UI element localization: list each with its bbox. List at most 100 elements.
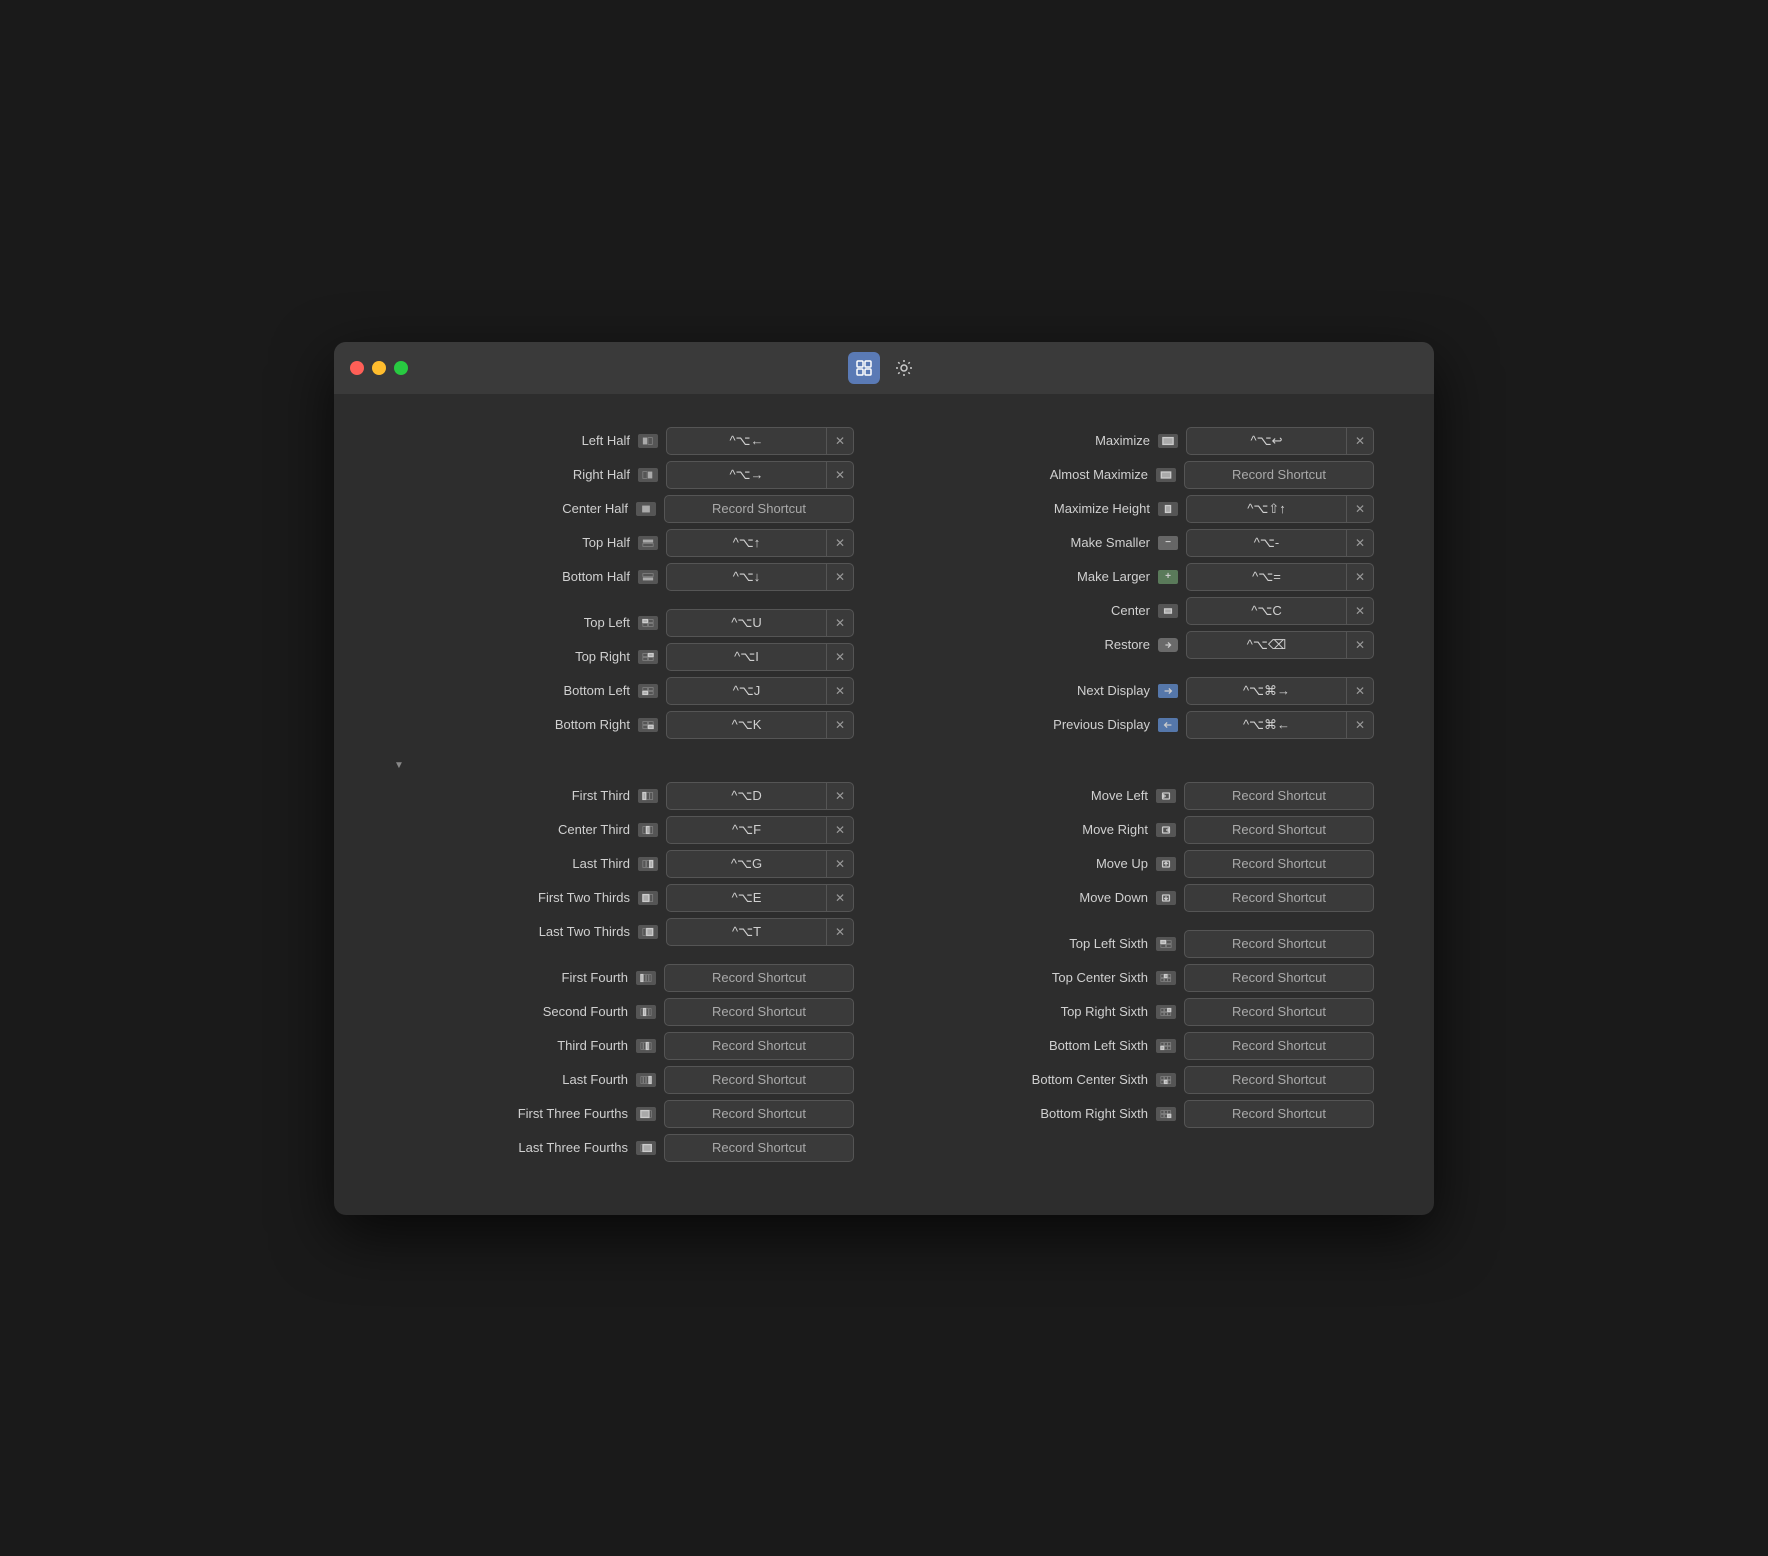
clear-top-right[interactable]: ✕: [826, 643, 854, 671]
label-maximize-height: Maximize Height: [1054, 501, 1150, 516]
shortcut-field-maximize[interactable]: ^⌥↩: [1186, 427, 1346, 455]
clear-make-smaller[interactable]: ✕: [1346, 529, 1374, 557]
shortcut-first-three-fourths[interactable]: Record Shortcut: [664, 1100, 854, 1128]
shortcut-field-center-third[interactable]: ^⌥F: [666, 816, 826, 844]
clear-make-larger[interactable]: ✕: [1346, 563, 1374, 591]
shortcut-last-third: ^⌥G ✕: [666, 850, 854, 878]
icon-first-three-fourths: [636, 1107, 656, 1121]
shortcut-last-three-fourths[interactable]: Record Shortcut: [664, 1134, 854, 1162]
label-restore: Restore: [1104, 637, 1150, 652]
shortcut-field-maximize-height[interactable]: ^⌥⇧↑: [1186, 495, 1346, 523]
row-move-left: Move Left Record Shortcut: [914, 779, 1374, 813]
clear-maximize[interactable]: ✕: [1346, 427, 1374, 455]
shortcut-last-two-thirds: ^⌥T ✕: [666, 918, 854, 946]
shortcut-third-fourth[interactable]: Record Shortcut: [664, 1032, 854, 1060]
shortcut-field-make-smaller[interactable]: ^⌥-: [1186, 529, 1346, 557]
shortcut-second-fourth[interactable]: Record Shortcut: [664, 998, 854, 1026]
shortcut-field-bottom-right[interactable]: ^⌥K: [666, 711, 826, 739]
shortcut-field-top-left[interactable]: ^⌥U: [666, 609, 826, 637]
fullscreen-button[interactable]: [394, 361, 408, 375]
shortcut-bottom-left-sixth[interactable]: Record Shortcut: [1184, 1032, 1374, 1060]
clear-maximize-height[interactable]: ✕: [1346, 495, 1374, 523]
clear-first-third[interactable]: ✕: [826, 782, 854, 810]
shortcut-field-bottom-left[interactable]: ^⌥J: [666, 677, 826, 705]
clear-first-two-thirds[interactable]: ✕: [826, 884, 854, 912]
close-button[interactable]: [350, 361, 364, 375]
minimize-button[interactable]: [372, 361, 386, 375]
clear-top-half[interactable]: ✕: [826, 529, 854, 557]
shortcut-move-right[interactable]: Record Shortcut: [1184, 816, 1374, 844]
shortcut-field-top-right[interactable]: ^⌥I: [666, 643, 826, 671]
shortcut-field-first-two-thirds[interactable]: ^⌥E: [666, 884, 826, 912]
clear-left-half[interactable]: ✕: [826, 427, 854, 455]
row-make-larger: Make Larger + ^⌥= ✕: [914, 560, 1374, 594]
shortcut-almost-maximize[interactable]: Record Shortcut: [1184, 461, 1374, 489]
shortcut-restore: ^⌥⌫ ✕: [1186, 631, 1374, 659]
row-bottom-right-sixth: Bottom Right Sixth Record Shortcut: [914, 1097, 1374, 1131]
shortcut-field-last-two-thirds[interactable]: ^⌥T: [666, 918, 826, 946]
shortcut-bottom-center-sixth[interactable]: Record Shortcut: [1184, 1066, 1374, 1094]
icon-top-right-sixth: [1156, 1005, 1176, 1019]
label-last-fourth: Last Fourth: [562, 1072, 628, 1087]
label-second-fourth: Second Fourth: [543, 1004, 628, 1019]
label-almost-maximize: Almost Maximize: [1050, 467, 1148, 482]
icon-bottom-left-sixth: [1156, 1039, 1176, 1053]
row-right-half: Right Half ^⌥→ ✕: [394, 458, 854, 492]
shortcut-first-two-thirds: ^⌥E ✕: [666, 884, 854, 912]
clear-previous-display[interactable]: ✕: [1346, 711, 1374, 739]
clear-restore[interactable]: ✕: [1346, 631, 1374, 659]
shortcut-bottom-right-sixth[interactable]: Record Shortcut: [1184, 1100, 1374, 1128]
clear-center-third[interactable]: ✕: [826, 816, 854, 844]
row-center: Center ^⌥C ✕: [914, 594, 1374, 628]
shortcut-field-left-half[interactable]: ^⌥←: [666, 427, 826, 455]
shortcut-field-top-half[interactable]: ^⌥↑: [666, 529, 826, 557]
clear-bottom-right[interactable]: ✕: [826, 711, 854, 739]
row-bottom-center-sixth: Bottom Center Sixth Record Shortcut: [914, 1063, 1374, 1097]
icon-left-half: [638, 434, 658, 448]
collapse-triangle[interactable]: ▼: [394, 760, 404, 771]
shortcut-field-make-larger[interactable]: ^⌥=: [1186, 563, 1346, 591]
icon-top-center-sixth: [1156, 971, 1176, 985]
clear-right-half[interactable]: ✕: [826, 461, 854, 489]
shortcut-move-up[interactable]: Record Shortcut: [1184, 850, 1374, 878]
icon-top-left-sixth: [1156, 937, 1176, 951]
icon-almost-maximize: [1156, 468, 1176, 482]
shortcut-move-left[interactable]: Record Shortcut: [1184, 782, 1374, 810]
shortcut-top-center-sixth[interactable]: Record Shortcut: [1184, 964, 1374, 992]
shortcuts-tab[interactable]: [848, 352, 880, 384]
clear-next-display[interactable]: ✕: [1346, 677, 1374, 705]
label-make-smaller: Make Smaller: [1071, 535, 1150, 550]
shortcut-field-bottom-half[interactable]: ^⌥↓: [666, 563, 826, 591]
clear-bottom-half[interactable]: ✕: [826, 563, 854, 591]
shortcut-field-first-third[interactable]: ^⌥D: [666, 782, 826, 810]
clear-last-third[interactable]: ✕: [826, 850, 854, 878]
shortcut-field-center[interactable]: ^⌥C: [1186, 597, 1346, 625]
icon-bottom-right-sixth: [1156, 1107, 1176, 1121]
row-first-fourth: First Fourth Record Shortcut: [394, 961, 854, 995]
shortcut-first-fourth[interactable]: Record Shortcut: [664, 964, 854, 992]
shortcut-field-last-third[interactable]: ^⌥G: [666, 850, 826, 878]
shortcut-top-left-sixth[interactable]: Record Shortcut: [1184, 930, 1374, 958]
clear-center[interactable]: ✕: [1346, 597, 1374, 625]
shortcut-field-right-half[interactable]: ^⌥→: [666, 461, 826, 489]
shortcut-move-down[interactable]: Record Shortcut: [1184, 884, 1374, 912]
shortcut-top-right-sixth[interactable]: Record Shortcut: [1184, 998, 1374, 1026]
shortcut-center-half[interactable]: Record Shortcut: [664, 495, 854, 523]
shortcut-field-previous-display[interactable]: ^⌥⌘←: [1186, 711, 1346, 739]
settings-tab[interactable]: [888, 352, 920, 384]
clear-bottom-left[interactable]: ✕: [826, 677, 854, 705]
shortcut-last-fourth[interactable]: Record Shortcut: [664, 1066, 854, 1094]
icon-first-two-thirds: [638, 891, 658, 905]
clear-last-two-thirds[interactable]: ✕: [826, 918, 854, 946]
label-first-three-fourths: First Three Fourths: [518, 1106, 628, 1121]
shortcut-maximize: ^⌥↩ ✕: [1186, 427, 1374, 455]
row-bottom-left-sixth: Bottom Left Sixth Record Shortcut: [914, 1029, 1374, 1063]
icon-last-three-fourths: [636, 1141, 656, 1155]
row-first-three-fourths: First Three Fourths Record Shortcut: [394, 1097, 854, 1131]
icon-last-two-thirds: [638, 925, 658, 939]
shortcut-make-smaller: ^⌥- ✕: [1186, 529, 1374, 557]
shortcut-field-restore[interactable]: ^⌥⌫: [1186, 631, 1346, 659]
label-bottom-left: Bottom Left: [564, 683, 630, 698]
clear-top-left[interactable]: ✕: [826, 609, 854, 637]
shortcut-field-next-display[interactable]: ^⌥⌘→: [1186, 677, 1346, 705]
